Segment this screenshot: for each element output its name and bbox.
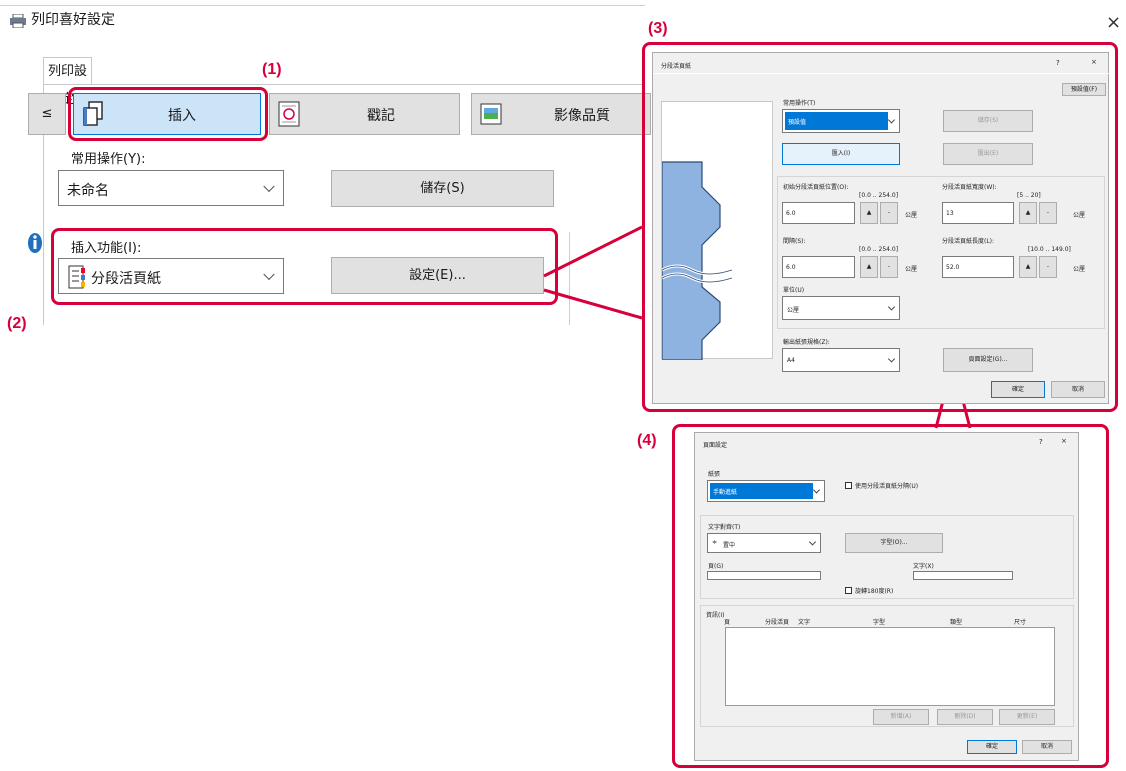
tab-length-label: 分段活頁紙長度(L): xyxy=(942,238,995,245)
use-tab-paper-checkbox[interactable] xyxy=(845,482,852,489)
import-button[interactable]: 匯入(I) xyxy=(782,143,900,165)
initial-pos-range: [0.0 .. 254.0] xyxy=(859,192,899,199)
tab-width-label: 分段活頁紙寬度(W): xyxy=(942,184,997,191)
chevron-down-icon xyxy=(812,486,821,494)
tab-length-input[interactable]: 52.0 xyxy=(942,256,1014,278)
initial-pos-up-button[interactable]: ▲ xyxy=(860,202,878,224)
unit-label: 單位(U) xyxy=(783,287,805,294)
text-align-value: 置中 xyxy=(723,542,736,549)
interval-label: 間隔(S): xyxy=(783,238,806,245)
tab-length-down-button[interactable]: - xyxy=(1039,256,1057,278)
initial-pos-input[interactable]: 6.0 xyxy=(782,202,855,224)
dialog-title: 頁面設定 xyxy=(703,442,728,449)
tab-width-range: [5 .. 20] xyxy=(1017,192,1041,199)
tab-preview xyxy=(661,101,773,361)
tab-width-down-button[interactable]: - xyxy=(1039,202,1057,224)
chevron-down-icon xyxy=(887,116,896,124)
tab-width-unit: 公厘 xyxy=(1073,212,1086,219)
interval-unit: 公厘 xyxy=(905,266,918,273)
tab-width-value: 13 xyxy=(946,210,954,217)
unit-value: 公厘 xyxy=(787,307,800,314)
tab-length-range: [10.0 .. 149.0] xyxy=(1028,246,1071,253)
text-align-label: 文字對齊(T) xyxy=(708,524,741,531)
interval-down-button[interactable]: - xyxy=(880,256,898,278)
ok-button[interactable]: 確定 xyxy=(967,740,1017,754)
align-center-icon: ≑ xyxy=(712,539,718,546)
chevron-down-icon xyxy=(887,303,896,311)
cancel-button[interactable]: 取消 xyxy=(1051,381,1105,398)
page-setup-dialog: 頁面設定 ? × 紙張 手動進紙 使用分段活頁紙分隔(U) 文字對齊(T) ≑ … xyxy=(694,432,1079,761)
help-icon[interactable]: ? xyxy=(1039,438,1043,446)
text-input[interactable] xyxy=(913,571,1013,580)
use-tab-paper-label: 使用分段活頁紙分隔(U) xyxy=(855,483,919,490)
font-button[interactable]: 字型(O)... xyxy=(845,533,943,553)
close-icon[interactable]: × xyxy=(1091,58,1097,66)
paper-value: 手動進紙 xyxy=(713,489,738,496)
page-setup-button[interactable]: 頁面設定(G)... xyxy=(943,348,1033,372)
interval-input[interactable]: 6.0 xyxy=(782,256,855,278)
initial-pos-value: 6.0 xyxy=(786,210,796,217)
help-icon[interactable]: ? xyxy=(1056,59,1060,67)
text-field-label: 文字(X) xyxy=(913,563,934,570)
rotate-checkbox[interactable] xyxy=(845,587,852,594)
ok-button[interactable]: 確定 xyxy=(991,381,1045,398)
common-ops-label: 常用操作(T) xyxy=(783,100,816,107)
tab-width-input[interactable]: 13 xyxy=(942,202,1014,224)
close-icon[interactable]: × xyxy=(1061,437,1067,445)
interval-range: [0.0 .. 254.0] xyxy=(859,246,899,253)
save-button[interactable]: 儲存(S) xyxy=(943,110,1033,132)
col-font: 字型 xyxy=(873,619,886,626)
initial-pos-down-button[interactable]: - xyxy=(880,202,898,224)
callout-4-label: (4) xyxy=(637,432,657,449)
paper-label: 紙張 xyxy=(708,471,721,478)
common-ops-select[interactable]: 預設值 xyxy=(782,109,900,133)
output-size-value: A4 xyxy=(787,357,795,364)
interval-value: 6.0 xyxy=(786,264,796,271)
update-button[interactable]: 更新(E) xyxy=(999,709,1055,725)
dialog-title: 分段活頁紙 xyxy=(661,63,692,70)
interval-up-button[interactable]: ▲ xyxy=(860,256,878,278)
chevron-down-icon xyxy=(887,355,896,363)
col-tab: 分段活頁 xyxy=(765,619,790,626)
tab-length-up-button[interactable]: ▲ xyxy=(1019,256,1037,278)
tab-length-value: 52.0 xyxy=(946,264,960,271)
paper-select[interactable]: 手動進紙 xyxy=(707,480,825,502)
window-close-icon[interactable]: × xyxy=(1106,12,1121,33)
unit-select[interactable]: 公厘 xyxy=(782,296,900,320)
defaults-button[interactable]: 預設值(F) xyxy=(1062,83,1106,96)
col-text: 文字 xyxy=(798,619,811,626)
export-button[interactable]: 匯出(E) xyxy=(943,143,1033,165)
col-page: 頁 xyxy=(724,619,731,626)
tab-paper-illustration xyxy=(661,161,733,361)
output-size-label: 輸出紙張規格(Z): xyxy=(783,339,830,346)
text-align-select[interactable]: ≑ 置中 xyxy=(707,533,821,553)
delete-button[interactable]: 刪除(D) xyxy=(937,709,993,725)
initial-pos-label: 初始分段活頁紙位置(O): xyxy=(783,184,849,191)
info-label: 資訊(I) xyxy=(706,612,725,619)
info-list[interactable] xyxy=(725,627,1055,706)
page-input[interactable] xyxy=(707,571,821,580)
col-size: 尺寸 xyxy=(1014,619,1027,626)
cancel-button[interactable]: 取消 xyxy=(1022,740,1072,754)
title-band xyxy=(653,73,1110,74)
rotate-label: 旋轉180度(R) xyxy=(855,588,894,595)
initial-pos-unit: 公厘 xyxy=(905,212,918,219)
common-ops-value: 預設值 xyxy=(788,119,807,126)
output-size-select[interactable]: A4 xyxy=(782,348,900,372)
callout-3-label: (3) xyxy=(648,20,668,37)
page-field-label: 頁(G) xyxy=(708,563,724,570)
col-type: 類型 xyxy=(950,619,963,626)
chevron-down-icon xyxy=(808,538,817,546)
tab-paper-dialog: 分段活頁紙 ? × 預設值(F) 常用操作(T) 預設值 儲存(S) 匯入(I)… xyxy=(652,52,1110,404)
tab-length-unit: 公厘 xyxy=(1073,266,1086,273)
add-button[interactable]: 新增(A) xyxy=(873,709,929,725)
tab-width-up-button[interactable]: ▲ xyxy=(1019,202,1037,224)
